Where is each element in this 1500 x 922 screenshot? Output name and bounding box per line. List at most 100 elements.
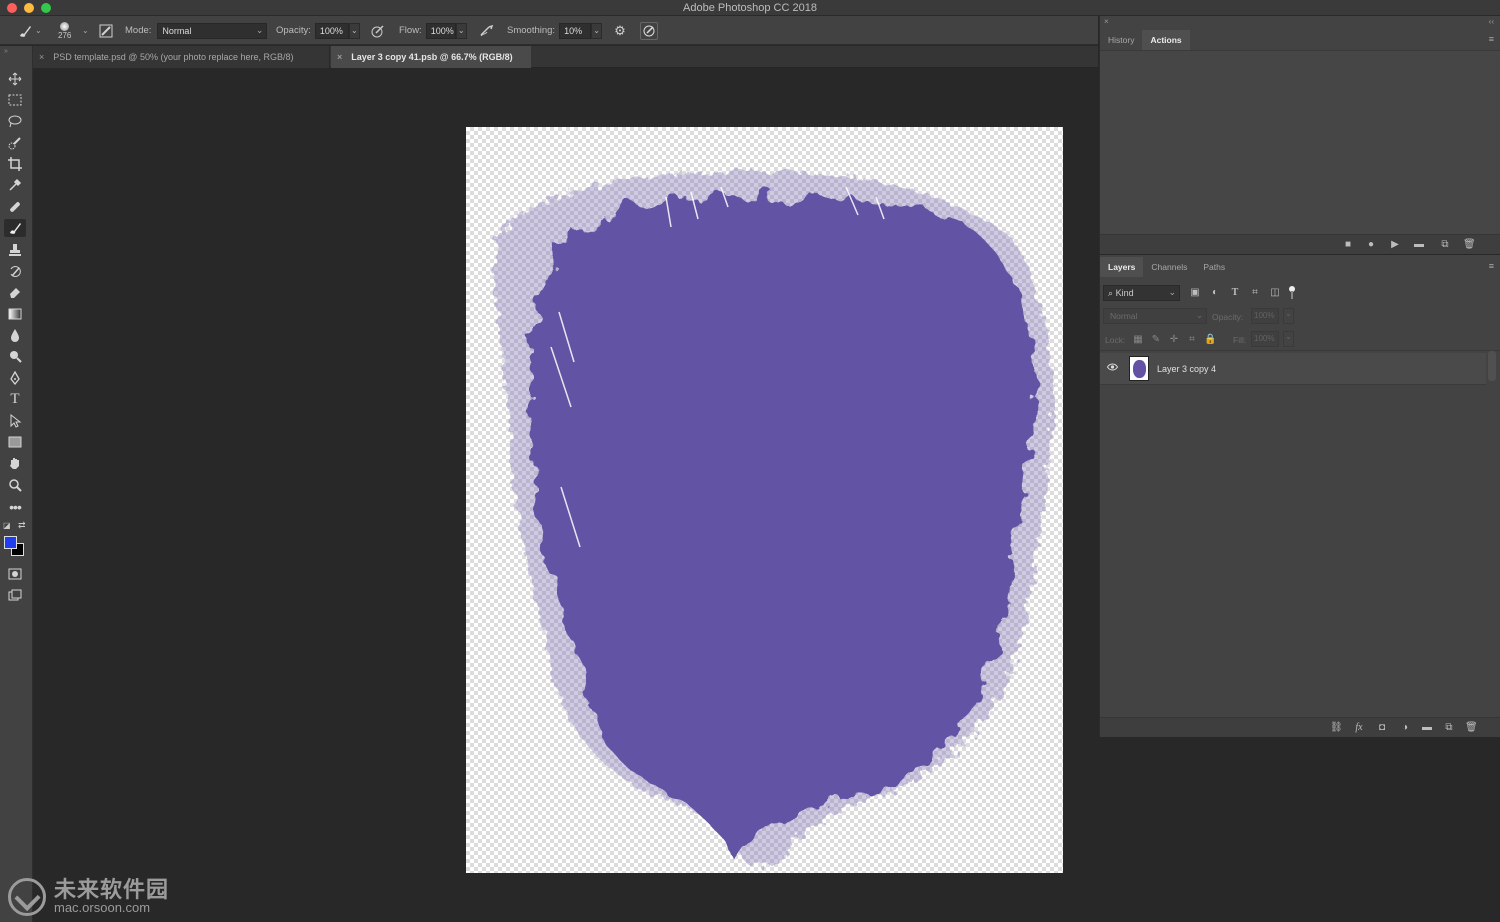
close-tab-icon[interactable]: × (337, 52, 342, 62)
tab-layers[interactable]: Layers (1100, 257, 1144, 277)
record-icon[interactable]: ● (1365, 239, 1377, 251)
adjustment-layer-icon[interactable]: ◑ (1399, 722, 1411, 734)
hand-icon[interactable] (4, 454, 26, 472)
panel-menu-icon[interactable]: ≡ (1489, 261, 1494, 271)
fill-dropdown[interactable]: ⌄ (1283, 331, 1294, 347)
brush-icon (16, 22, 34, 40)
brush-size-picker[interactable]: 276 (58, 16, 71, 45)
filter-toggle-icon[interactable] (1289, 286, 1295, 300)
pixel-layer-filter-icon[interactable]: ▣ (1189, 287, 1201, 299)
app-title: Adobe Photoshop CC 2018 (683, 2, 817, 14)
smoothing-settings-button[interactable]: ⚙ (611, 16, 629, 45)
lock-pixels-icon[interactable]: ✎ (1150, 334, 1162, 346)
brush-panel-icon (97, 22, 115, 40)
opacity-dropdown[interactable]: ⌄ (348, 22, 360, 39)
layer-opacity-input[interactable]: 100% (1251, 308, 1279, 324)
stamp-icon[interactable] (4, 241, 26, 259)
eyedropper-icon[interactable] (4, 176, 26, 194)
trash-icon[interactable]: 🗑 (1463, 239, 1476, 251)
lock-artboard-icon[interactable]: ⌗ (1186, 334, 1198, 346)
new-set-icon[interactable]: ▬ (1413, 239, 1425, 251)
eye-icon[interactable] (1106, 363, 1119, 374)
tab-actions[interactable]: Actions (1142, 30, 1190, 50)
opacity-label: Opacity: (276, 25, 311, 36)
opacity-input[interactable]: 100% (314, 22, 349, 39)
pressure-opacity-toggle[interactable] (369, 16, 387, 45)
shape-icon[interactable] (4, 433, 26, 451)
fill-input[interactable]: 100% (1251, 331, 1279, 347)
blend-mode-select[interactable]: Normal ⌄ (1103, 308, 1207, 324)
trash-icon[interactable]: 🗑 (1465, 722, 1478, 734)
collapse-panel-icon[interactable]: ‹‹ (1489, 17, 1494, 26)
mode-select[interactable]: Normal ⌄ (157, 22, 268, 39)
close-tab-icon[interactable]: × (39, 52, 44, 62)
adjustment-filter-icon[interactable]: ◐ (1209, 287, 1221, 299)
lock-transparency-icon[interactable]: ▦ (1132, 334, 1144, 346)
watermark-logo-icon (8, 878, 46, 916)
lasso-icon[interactable] (4, 112, 26, 130)
layers-scrollbar[interactable] (1488, 351, 1496, 381)
tab-paths[interactable]: Paths (1195, 257, 1233, 277)
quick-select-icon[interactable] (4, 134, 26, 152)
marquee-icon[interactable] (4, 91, 26, 109)
type-icon[interactable]: T (4, 390, 26, 408)
layer-opacity-dropdown[interactable]: ⌄ (1283, 308, 1294, 324)
smoothing-dropdown[interactable]: ⌄ (591, 22, 603, 39)
quick-mask-icon[interactable] (4, 565, 26, 583)
shape-filter-icon[interactable]: ⌗ (1249, 287, 1261, 299)
panel-menu-icon[interactable]: ≡ (1489, 34, 1494, 44)
layer-opacity-label: Opacity: (1212, 312, 1244, 322)
stop-icon[interactable]: ■ (1342, 239, 1354, 251)
new-action-icon[interactable]: ⧉ (1439, 239, 1451, 251)
layer-filter-select[interactable]: ⌕ Kind ⌄ (1103, 285, 1180, 301)
default-colors-icon[interactable]: ◪ (3, 521, 11, 530)
close-panel-icon[interactable]: × (1104, 17, 1109, 26)
lock-all-icon[interactable]: 🔒 (1204, 334, 1216, 346)
pressure-size-toggle[interactable] (640, 16, 658, 45)
healing-icon[interactable] (4, 198, 26, 216)
lock-position-icon[interactable]: ✛ (1168, 334, 1180, 346)
fx-icon[interactable]: fx (1353, 722, 1365, 734)
airbrush-icon (478, 22, 496, 40)
document-tab-2[interactable]: × Layer 3 copy 41.psb @ 66.7% (RGB/8) (331, 46, 531, 68)
new-layer-icon[interactable]: ⧉ (1443, 722, 1455, 734)
link-layers-icon[interactable]: ⛓ (1330, 722, 1343, 734)
chevron-down-icon[interactable]: ⌄ (82, 16, 89, 45)
zoom-icon[interactable] (4, 476, 26, 494)
history-brush-icon[interactable] (4, 262, 26, 280)
layer-row[interactable]: Layer 3 copy 4 (1100, 353, 1486, 385)
crop-icon[interactable] (4, 155, 26, 173)
more-icon[interactable]: ••• (4, 498, 26, 516)
gradient-icon[interactable] (4, 305, 26, 323)
flow-label: Flow: (399, 25, 422, 36)
type-filter-icon[interactable]: T (1229, 287, 1241, 299)
fill-label: Fill: (1233, 335, 1247, 345)
swap-colors-icon[interactable]: ⇄ (18, 520, 26, 531)
smoothing-input[interactable]: 10% (559, 22, 592, 39)
tab-history[interactable]: History (1100, 30, 1142, 50)
pen-icon[interactable] (4, 369, 26, 387)
play-icon[interactable]: ▶ (1389, 239, 1401, 251)
move-icon[interactable] (4, 70, 26, 88)
flow-input[interactable]: 100% (425, 22, 456, 39)
airbrush-toggle[interactable] (478, 16, 496, 45)
path-select-icon[interactable] (4, 412, 26, 430)
new-group-icon[interactable]: ▬ (1421, 722, 1433, 734)
tool-preset-picker[interactable]: ⌄ (16, 16, 42, 45)
brush-settings-toggle[interactable] (97, 16, 115, 45)
document-tab-1[interactable]: × PSD template.psd @ 50% (your photo rep… (33, 46, 330, 68)
screen-mode-icon[interactable] (4, 586, 26, 604)
blur-icon[interactable] (4, 326, 26, 344)
eraser-icon[interactable] (4, 283, 26, 301)
add-mask-icon[interactable]: ◘ (1376, 722, 1388, 734)
brush-tool-icon[interactable] (4, 219, 26, 237)
lock-label: Lock: (1105, 335, 1126, 345)
foreground-color-swatch[interactable] (4, 536, 17, 549)
dodge-icon[interactable] (4, 347, 26, 365)
flow-dropdown[interactable]: ⌄ (455, 22, 467, 39)
tab-channels[interactable]: Channels (1143, 257, 1195, 277)
mode-value: Normal (162, 25, 192, 36)
document-canvas[interactable] (466, 127, 1063, 873)
actions-list[interactable] (1100, 50, 1500, 234)
smart-object-filter-icon[interactable]: ◫ (1269, 287, 1281, 299)
